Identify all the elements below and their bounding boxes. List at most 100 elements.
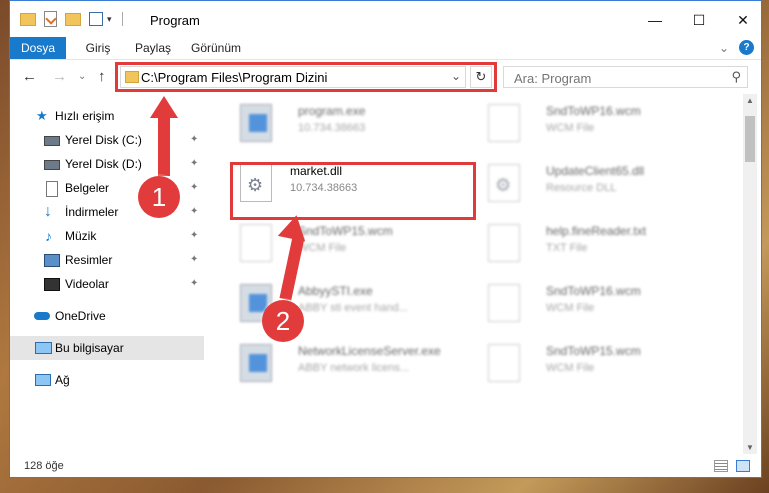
gear-icon: ⚙	[495, 175, 512, 195]
file-item[interactable]: SndToWP15.wcm WCM File	[220, 218, 460, 268]
sidebar-item-videos[interactable]: Videolar ✦	[10, 272, 204, 296]
cloud-icon	[34, 312, 50, 320]
file-name: AbbyySTI.exe	[298, 284, 373, 298]
address-highlight-box	[115, 62, 497, 92]
sidebar-item-label: Yerel Disk (D:)	[65, 157, 142, 171]
file-detail: 10.734.38663	[298, 122, 366, 134]
large-icons-view-icon[interactable]	[736, 460, 750, 472]
minimize-button[interactable]: —	[640, 9, 670, 31]
forward-button[interactable]: →	[52, 68, 67, 85]
help-icon[interactable]: ?	[739, 40, 754, 55]
tab-paylas[interactable]: Paylaş	[128, 37, 178, 59]
file-item[interactable]: program.exe 10.734.38663	[220, 98, 460, 148]
drive-icon	[44, 136, 60, 146]
file-item[interactable]: SndToWP15.wcm WCM File	[468, 338, 708, 388]
item-count: 128 öğe	[24, 460, 64, 472]
new-folder-icon[interactable]	[65, 12, 81, 26]
file-detail: WCM File	[298, 242, 347, 254]
sidebar-item-label: Belgeler	[65, 181, 110, 195]
sidebar-item-pictures[interactable]: Resimler ✦	[10, 248, 204, 272]
file-detail: ABBY sti event hand...	[298, 302, 408, 314]
step-2-badge: 2	[262, 300, 304, 342]
file-item[interactable]: NetworkLicenseServer.exe ABBY network li…	[220, 338, 460, 388]
search-box[interactable]: ⚲	[503, 66, 748, 88]
scroll-up-arrow[interactable]: ▲	[746, 96, 754, 105]
sidebar-item-label: Müzik	[65, 229, 97, 243]
search-input[interactable]	[512, 70, 716, 87]
folder-icon[interactable]	[20, 12, 36, 26]
file-detail: WCM File	[546, 362, 595, 374]
exe-file-icon	[240, 344, 272, 382]
vertical-scrollbar[interactable]: ▲ ▼	[743, 94, 757, 454]
tab-gorunum[interactable]: Görünüm	[186, 37, 246, 59]
pin-icon[interactable]: ✦	[190, 128, 198, 152]
toolbar-separator	[121, 12, 123, 26]
search-icon[interactable]: ⚲	[731, 69, 741, 85]
music-icon: ♪	[45, 228, 52, 244]
file-item[interactable]: ⚙ UpdateClient65.dll Resource DLL	[468, 158, 708, 208]
back-button[interactable]: ←	[22, 68, 37, 85]
document-file-icon	[488, 224, 520, 262]
title-bar: ▾ Program — ☐ ✕	[10, 1, 761, 37]
document-file-icon	[488, 104, 520, 142]
pin-icon[interactable]: ✦	[190, 272, 198, 296]
sidebar-item-label: Videolar	[65, 277, 109, 291]
document-file-icon	[488, 284, 520, 322]
documents-icon	[46, 181, 58, 197]
file-item[interactable]: AbbyySTI.exe ABBY sti event hand...	[220, 278, 460, 328]
file-name: UpdateClient65.dll	[546, 164, 645, 178]
sidebar-item-label: Resimler	[65, 253, 113, 267]
scroll-down-arrow[interactable]: ▼	[746, 443, 754, 452]
file-name: program.exe	[298, 104, 366, 118]
file-name: SndToWP15.wcm	[298, 224, 393, 238]
close-button[interactable]: ✕	[728, 9, 758, 31]
tab-dosya[interactable]: Dosya	[10, 37, 66, 59]
sidebar-item-network[interactable]: Ağ	[10, 368, 204, 392]
file-detail: Resource DLL	[546, 182, 617, 194]
file-name: SndToWP16.wcm	[546, 284, 641, 298]
dll-file-icon: ⚙	[488, 164, 520, 202]
navigation-bar: ← → ⌄ ↑ C:\Program Files\Program Dizini …	[10, 60, 761, 94]
sidebar-item-label: Yerel Disk (C:)	[65, 133, 142, 147]
file-detail: WCM File	[546, 302, 595, 314]
download-icon: ↓	[44, 203, 52, 220]
quick-access-toolbar: ▾	[20, 10, 123, 28]
status-bar: 128 öğe	[10, 456, 761, 478]
pin-icon[interactable]: ✦	[190, 200, 198, 224]
up-button[interactable]: ↑	[98, 68, 106, 85]
sidebar-item-label: Bu bilgisayar	[55, 341, 124, 355]
sidebar-item-onedrive[interactable]: OneDrive	[10, 304, 204, 328]
properties-icon[interactable]	[44, 11, 57, 27]
annotation-arrow-1-shaft	[158, 116, 170, 176]
sidebar-item-music[interactable]: ♪ Müzik ✦	[10, 224, 204, 248]
window-title: Program	[150, 13, 200, 28]
tab-giris[interactable]: Giriş	[76, 37, 120, 59]
computer-icon	[35, 342, 52, 354]
pin-icon[interactable]: ✦	[190, 176, 198, 200]
pin-icon[interactable]: ✦	[190, 152, 198, 176]
details-view-icon[interactable]	[714, 460, 728, 472]
navigation-pane: ★ Hızlı erişim Yerel Disk (C:) ✦ Yerel D…	[10, 94, 205, 454]
expand-ribbon-icon[interactable]: ⌄	[716, 37, 732, 59]
file-item[interactable]: help.fineReader.txt TXT File	[468, 218, 708, 268]
pin-icon[interactable]: ✦	[190, 248, 198, 272]
drive-icon	[44, 160, 60, 170]
file-name: NetworkLicenseServer.exe	[298, 344, 441, 358]
sidebar-item-local-disk-d[interactable]: Yerel Disk (D:) ✦	[10, 152, 204, 176]
sidebar-item-this-pc[interactable]: Bu bilgisayar	[10, 336, 204, 360]
view-options-icon[interactable]	[89, 12, 103, 26]
sidebar-item-label: İndirmeler	[65, 205, 119, 219]
recent-locations-button[interactable]: ⌄	[78, 71, 86, 82]
customize-toolbar-icon[interactable]: ▾	[107, 14, 112, 25]
file-item[interactable]: SndToWP16.wcm WCM File	[468, 98, 708, 148]
network-icon	[35, 374, 51, 386]
ribbon-tabs: Dosya Giriş Paylaş Görünüm ⌄ ?	[10, 37, 761, 60]
scrollbar-thumb[interactable]	[745, 116, 755, 162]
annotation-arrow-1	[150, 96, 178, 118]
pin-icon[interactable]: ✦	[190, 224, 198, 248]
maximize-button[interactable]: ☐	[684, 9, 714, 31]
file-item[interactable]: SndToWP16.wcm WCM File	[468, 278, 708, 328]
document-file-icon	[488, 344, 520, 382]
exe-file-icon	[240, 104, 272, 142]
sidebar-item-local-disk-c[interactable]: Yerel Disk (C:) ✦	[10, 128, 204, 152]
